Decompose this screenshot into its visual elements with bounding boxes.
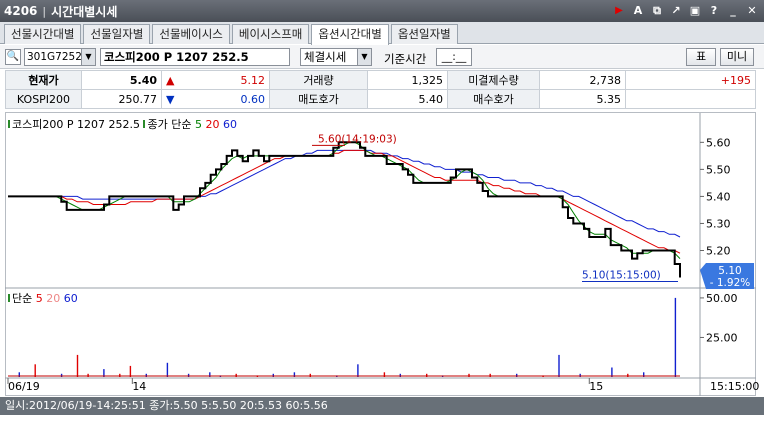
volume-bar <box>309 373 311 377</box>
legend-marker-icon <box>8 294 11 302</box>
volume-bar <box>426 373 428 377</box>
price-tick-label: 5.60 <box>706 136 731 149</box>
x-tick-label: 14 <box>132 380 146 393</box>
legend-ma20: 20 <box>205 118 220 131</box>
legend-vol-ma60: 60 <box>63 292 78 305</box>
volume-bar <box>674 297 677 377</box>
price-tick-label: 5.20 <box>706 244 731 257</box>
current-price-box-change: - 1.92% <box>710 277 751 289</box>
legend-ma5: 5 <box>194 118 202 131</box>
volume-bar <box>119 373 121 377</box>
volume-bar <box>468 373 470 377</box>
legend-vol-ma5: 5 <box>35 292 43 305</box>
volume-bar <box>34 364 36 377</box>
volume-bar <box>489 373 491 377</box>
series-line-price <box>8 141 681 278</box>
volume-bar <box>76 354 79 377</box>
price-tick-label: 5.50 <box>706 163 731 176</box>
volume-bar <box>187 373 190 377</box>
legend-vol-ma20: 20 <box>46 292 61 305</box>
volume-bar <box>145 373 147 377</box>
chart-svg[interactable]: 5.60 5.50 5.40 5.30 5.20 50.00 25.00 5.60(14:19… <box>0 0 764 422</box>
volume-tick-label: 50.00 <box>706 292 738 305</box>
high-annotation-label: 5.60(14:19:03) <box>318 133 397 145</box>
price-tick-label: 5.30 <box>706 217 731 230</box>
volume-bar <box>129 365 132 377</box>
x-tick-label: 06/19 <box>8 380 40 393</box>
volume-bar <box>558 354 560 377</box>
volume-bar <box>627 373 629 377</box>
volume-legend: 단순 5 20 60 <box>8 290 78 306</box>
legend-close-label: 종가 단순 <box>147 118 192 131</box>
volume-bar <box>516 373 518 377</box>
x-tick-label: 15 <box>589 380 603 393</box>
legend-ma60: 60 <box>222 118 237 131</box>
volume-bar <box>87 373 89 377</box>
volume-bar <box>399 373 401 377</box>
volume-bar <box>60 373 63 377</box>
status-bar: 일시:2012/06/19-14:25:51 종가:5.50 5:5.50 20… <box>0 397 764 415</box>
volume-tick-label: 25.00 <box>706 331 738 344</box>
legend-marker-icon <box>8 120 11 128</box>
low-annotation-label: 5.10(15:15:00) <box>582 270 661 282</box>
volume-bar <box>272 373 274 377</box>
volume-bar <box>357 364 359 377</box>
legend-instrument-name: 코스피200 P 1207 252.5 <box>12 118 140 131</box>
current-price-box-value: 5.10 <box>718 265 741 277</box>
volume-bar <box>579 373 581 377</box>
volume-bar <box>235 373 237 377</box>
legend-volume-label: 단순 <box>12 292 33 305</box>
price-legend: 코스피200 P 1207 252.5 종가 단순 5 20 60 <box>8 116 237 132</box>
price-tick-label: 5.40 <box>706 190 731 203</box>
volume-bar <box>166 362 169 377</box>
x-tick-label: 15:15:00 <box>710 380 759 393</box>
